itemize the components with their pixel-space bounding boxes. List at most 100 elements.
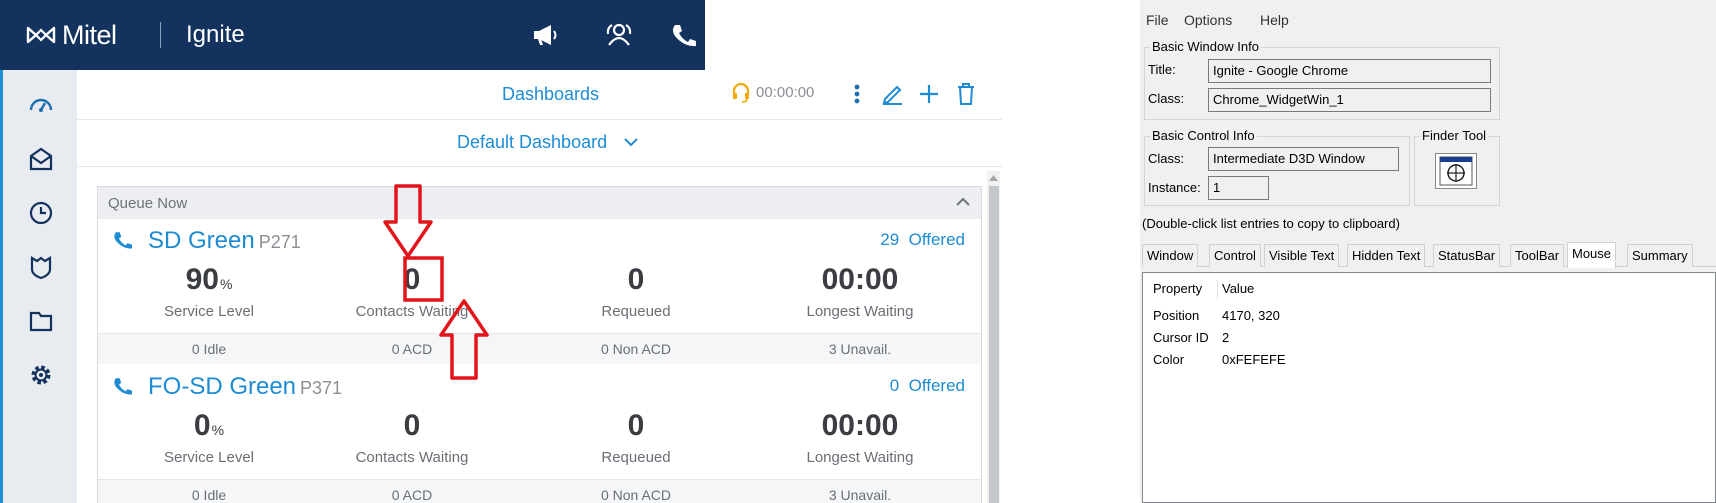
metric-requeued: 0 Requeued <box>526 261 746 320</box>
metric-label: Contacts Waiting <box>355 449 469 466</box>
metric-longest-waiting: 00:00 Longest Waiting <box>750 407 970 466</box>
list-item-property[interactable]: Cursor ID <box>1153 330 1209 345</box>
contacts-icon[interactable] <box>604 20 634 50</box>
acd-count: 0 ACD <box>391 341 433 357</box>
column-header-value[interactable]: Value <box>1222 281 1254 296</box>
non-acd-count: 0 Non ACD <box>600 341 672 357</box>
acd-count: 0 ACD <box>391 487 433 503</box>
dashboard-toolbar: Dashboards 00:00:00 <box>77 70 1002 120</box>
list-item-value[interactable]: 2 <box>1222 330 1229 345</box>
queue-card[interactable]: SD Green P271 29 Offered 90% Service Leve… <box>98 219 981 364</box>
metric-value: 0 <box>403 263 421 296</box>
metric-label: Requeued <box>601 449 671 466</box>
window-info-tool: File Options Help Basic Window Info Titl… <box>1140 0 1716 503</box>
delete-icon[interactable] <box>952 80 980 108</box>
inbox-icon[interactable] <box>27 145 55 173</box>
folder-icon[interactable] <box>27 307 55 335</box>
edit-icon[interactable] <box>878 80 906 108</box>
metric-value: 00:00 <box>821 263 899 296</box>
metric-service-level: 90% Service Level <box>99 261 319 320</box>
unavailable-count: 3 Unavail. <box>828 341 892 357</box>
idle-count: 0 Idle <box>191 487 227 503</box>
metric-unit: % <box>219 276 233 292</box>
finder-tool-icon[interactable] <box>1435 153 1477 189</box>
megaphone-icon[interactable] <box>530 20 560 50</box>
list-item-property[interactable]: Color <box>1153 352 1184 367</box>
list-item-value[interactable]: 0xFEFEFE <box>1222 352 1286 367</box>
queue-name[interactable]: SD Green P271 <box>148 227 301 255</box>
shield-icon[interactable] <box>27 253 55 281</box>
queue-id: P271 <box>258 232 301 252</box>
class-label: Class: <box>1148 91 1185 106</box>
dashboard-selector[interactable]: Default Dashboard <box>457 132 607 153</box>
mitel-logo[interactable]: Mitel <box>26 20 117 50</box>
tab-mouse[interactable]: Mouse <box>1567 242 1617 268</box>
tab-strip: Window Control Visible Text Hidden Text … <box>1142 242 1716 268</box>
metric-label: Longest Waiting <box>806 303 914 320</box>
group-title: Finder Tool <box>1420 128 1489 143</box>
phone-icon[interactable] <box>668 20 698 50</box>
basic-control-info-group: Basic Control Info Class: Intermediate D… <box>1144 128 1410 206</box>
class-field[interactable]: Chrome_WidgetWin_1 <box>1208 88 1491 112</box>
brand-name: Mitel <box>62 19 117 50</box>
control-class-field[interactable]: Intermediate D3D Window <box>1208 147 1399 171</box>
metric-value: 00:00 <box>821 409 899 442</box>
metric-label: Longest Waiting <box>806 449 914 466</box>
queue-now-widget: Queue Now SD Green P271 29 Offered 90% Se… <box>97 186 982 503</box>
settings-icon[interactable] <box>27 361 55 389</box>
metric-value: 0 <box>627 409 645 442</box>
add-icon[interactable] <box>915 80 943 108</box>
group-title: Basic Window Info <box>1150 39 1261 54</box>
tab-window[interactable]: Window <box>1142 244 1199 267</box>
offered-label: Offered <box>908 376 965 395</box>
menu-help[interactable]: Help <box>1260 12 1289 28</box>
instance-field[interactable]: 1 <box>1208 176 1269 200</box>
tab-toolbar[interactable]: ToolBar <box>1510 244 1565 267</box>
menu-file[interactable]: File <box>1146 12 1169 28</box>
tab-visible-text[interactable]: Visible Text <box>1264 244 1340 267</box>
history-icon[interactable] <box>27 199 55 227</box>
widget-header: Queue Now <box>98 187 981 219</box>
metric-longest-waiting: 00:00 Longest Waiting <box>750 261 970 320</box>
scroll-up-icon[interactable] <box>988 172 999 184</box>
more-options-icon[interactable] <box>843 80 871 108</box>
metric-label: Contacts Waiting <box>355 303 469 320</box>
queue-name[interactable]: FO-SD Green P371 <box>148 373 342 401</box>
screenshot-root: Mitel Ignite Dashboards 00:00:00 Default… <box>0 0 1716 503</box>
metric-value: 0 <box>403 409 421 442</box>
instance-label: Instance: <box>1148 180 1201 195</box>
status-timer: 00:00:00 <box>730 81 814 103</box>
menu-options[interactable]: Options <box>1184 12 1232 28</box>
metric-label: Requeued <box>601 303 671 320</box>
header-divider <box>160 22 161 48</box>
tab-statusbar[interactable]: StatusBar <box>1433 244 1501 267</box>
tab-control[interactable]: Control <box>1209 244 1261 267</box>
phone-icon <box>112 230 132 255</box>
title-label: Title: <box>1148 62 1176 77</box>
tab-hidden-text[interactable]: Hidden Text <box>1347 244 1426 267</box>
page-title: Dashboards <box>502 84 600 104</box>
basic-window-info-group: Basic Window Info Title: Ignite - Google… <box>1144 39 1500 120</box>
list-item-value[interactable]: 4170, 320 <box>1222 308 1280 323</box>
chevron-down-icon[interactable] <box>623 135 639 153</box>
non-acd-count: 0 Non ACD <box>600 487 672 503</box>
column-divider <box>1217 279 1218 299</box>
title-field[interactable]: Ignite - Google Chrome <box>1208 59 1491 83</box>
metric-service-level: 0% Service Level <box>99 407 319 466</box>
queue-card[interactable]: FO-SD Green P371 0 Offered 0% Service Lev… <box>98 365 981 503</box>
dashboard-selector-bar: Default Dashboard <box>77 121 1002 167</box>
offered-label: Offered <box>908 230 965 249</box>
metric-contacts-waiting: 0 Contacts Waiting <box>302 407 522 466</box>
group-title: Basic Control Info <box>1150 128 1257 143</box>
offered-value: 0 <box>889 376 900 395</box>
chevron-up-icon[interactable] <box>955 195 971 213</box>
list-item-property[interactable]: Position <box>1153 308 1199 323</box>
scrollbar-thumb[interactable] <box>989 186 999 503</box>
metric-value: 90 <box>185 263 219 296</box>
queue-name-text: SD Green <box>148 227 255 254</box>
dashboard-icon[interactable] <box>27 91 55 119</box>
headset-icon <box>732 82 750 103</box>
column-header-property[interactable]: Property <box>1153 281 1202 296</box>
property-list[interactable]: Property Value Position 4170, 320 Cursor… <box>1142 272 1716 503</box>
tab-summary[interactable]: Summary <box>1627 244 1693 267</box>
